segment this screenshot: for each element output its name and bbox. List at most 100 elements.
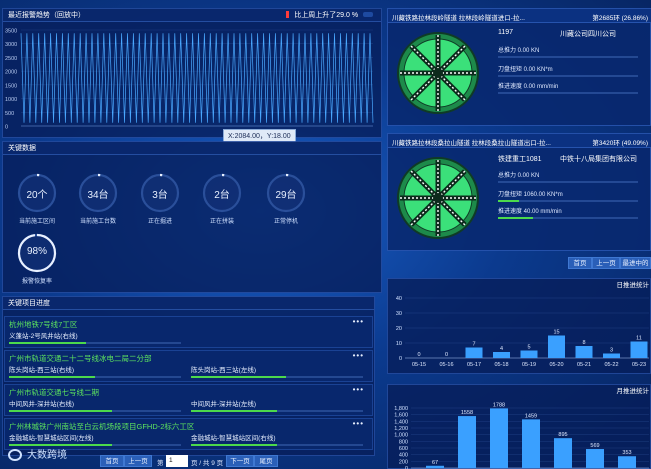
bar[interactable] [630,341,648,359]
bar-value-label: 353 [622,450,631,456]
project-row-label: 金融城站-智慧城站区间(左线) [9,435,94,442]
tbm-company: 中铁十八局集团有限公司 [560,156,637,163]
trend-y-tick: 2000 [5,70,17,76]
tbm-torque-bar-track [498,75,638,77]
trend-y-tick: 3000 [5,42,17,48]
project-progress-fill [191,410,277,412]
bar[interactable] [586,449,604,468]
tbm-speed-label: 推进速度 40.00 mm/min [498,209,562,215]
bar-y-tick: 0 [399,356,402,362]
project-progress-fill [9,376,95,378]
bar[interactable] [522,419,540,468]
tbm-id: 铁建重工1081 [498,156,542,163]
bar-category-label: 05-20 [549,362,563,368]
project-row-label: 金融城站-智慧城站区间(右线) [191,435,276,442]
more-icon[interactable]: ••• [353,385,364,394]
project-card[interactable]: 杭州地铁7号线7工区 ••• 义蓬站-2号风井站(右线) [4,316,373,348]
tbm-card[interactable]: 川藏铁路拉林段岭隧道 拉林段岭隧道进口-拉... 第2685环 (26.86%) 1… [387,8,651,126]
pager-page-suffix: 页 / 共 9 页 [191,460,224,467]
tbm-speed-bar-track [498,217,638,219]
bar[interactable] [465,347,483,359]
trend-y-tick: 2500 [5,56,17,62]
bar[interactable] [458,416,476,468]
trend-y-tick: 1500 [5,83,17,89]
more-icon[interactable]: ••• [353,317,364,326]
pager-first-button[interactable]: 首页 [100,455,124,467]
more-icon[interactable]: ••• [353,351,364,360]
bar-y-tick: 1,000 [394,433,408,439]
tbm-card[interactable]: 川藏铁路拉林段桑拉山隧道 拉林段桑拉山隧道出口-拉... 第3420环 (49.0… [387,133,651,251]
pager-next-button[interactable]: 下一页 [226,455,254,467]
bar[interactable] [575,346,593,358]
bar-category-label: 05-17 [467,362,481,368]
tbm-thrust-label: 总推力 0.00 KN [498,173,540,179]
tbm-speed-label: 推进速度 0.00 mm/min [498,84,559,90]
cutterhead-icon [397,157,479,239]
gauge-item: 2台 正在拼装 [196,171,248,227]
gauge-label: 正常停机 [273,219,298,225]
pager-last-button[interactable]: 尾页 [254,455,278,467]
project-progress-title: 关键项目进度 [3,297,374,310]
bar-chart-title: 日推进统计 [617,280,650,289]
bar-value-label: 569 [590,443,599,449]
bar[interactable] [426,465,444,468]
bar[interactable] [493,352,510,358]
bar[interactable] [490,408,508,468]
project-card[interactable]: 广州市轨道交通七号线二期 ••• 中间风井-深井站(右线) 中间风井-深井站(左线) [4,384,373,416]
logo: 大数跨境 [8,446,67,461]
right-pager-first-button[interactable]: 首页 [568,257,592,269]
bar-value-label: 67 [432,460,438,466]
bar-value-label: 7 [472,342,475,348]
bar-value-label: 0 [417,352,420,358]
alarm-trend-chart: 3500 3000 2500 2000 1500 1000 500 0 [5,29,374,131]
bar-value-label: 4 [500,346,503,352]
project-card[interactable]: 广州市轨道交通二十二号线冰电二局二分部 ••• 陈头岗站-西三站(右线) 陈头岗站-西… [4,350,373,382]
tbm-speed-bar-track [498,92,638,94]
gauge-item: 20个 当前施工区间 [11,171,63,227]
tbm-torque-bar-fill [498,200,519,202]
project-progress-fill [9,410,113,412]
bar[interactable] [618,456,636,468]
alarm-trend-panel: 最近报警趋势（回放中） 比上周上升了29.0 % 3500 3000 2500 200… [2,8,382,143]
bar-value-label: 1788 [493,402,505,408]
cutterhead-hub [433,193,443,203]
bar-value-label: 895 [558,432,567,438]
bar[interactable] [603,353,620,359]
project-progress-track [9,342,181,344]
tbm-speed-bar-fill [498,217,533,219]
more-icon[interactable]: ••• [353,419,364,428]
gauge-label: 当前施工区间 [18,219,55,225]
gauge-label: 当前施工台数 [79,219,116,225]
logo-icon [8,449,22,461]
alarm-trend-title: 最近报警趋势（回放中） 比上周上升了29.0 % [3,9,381,22]
pager-page-prefix: 第 [157,460,164,467]
right-pager-prev-button[interactable]: 上一页 [592,257,620,269]
bar[interactable] [554,438,572,468]
pager-page-input[interactable]: 1 [166,455,188,467]
bar[interactable] [548,335,565,359]
tbm-title: 川藏铁路拉林段桑拉山隧道 拉林段桑拉山隧道出口-拉... [392,140,551,147]
pager-prev-button[interactable]: 上一页 [124,455,152,467]
project-row-label: 陈头岗站-西三站(左线) [191,367,256,374]
daily-advance-chart: 日推进统计 0 10 20 30 40 0 05-15 0 05-16 7 05-17 4 05-18 5 0… [396,280,650,368]
project-name: 广州市轨道交通二十二号线冰电二局二分部 [9,354,152,363]
trend-scroll-icon[interactable] [363,12,373,17]
bar-chart-title: 月推进统计 [617,386,650,395]
gauge-item: 34台 当前施工台数 [72,171,124,227]
change-text: 比上周上升了29.0 % [294,12,359,19]
bar[interactable] [520,350,538,359]
project-progress-track [191,376,363,378]
project-progress-track [9,410,181,412]
right-pager-next-button[interactable]: 最进中的 [620,257,651,269]
cutterhead-hub [433,68,443,78]
bar-y-tick: 1,600 [394,413,408,419]
bar-y-tick: 1,200 [394,426,408,432]
bar-value-label: 1558 [461,410,473,416]
trend-y-tick: 0 [5,125,8,131]
project-progress-track [191,410,363,412]
trend-series-line [20,33,374,123]
gauge-item: 29台 正常停机 [260,171,312,227]
tbm-ring: 第3420环 (49.09%) [592,140,648,147]
bar-category-label: 05-23 [632,362,646,368]
tbm-torque-label: 刀盘扭矩 0.00 KN*m [498,67,553,73]
